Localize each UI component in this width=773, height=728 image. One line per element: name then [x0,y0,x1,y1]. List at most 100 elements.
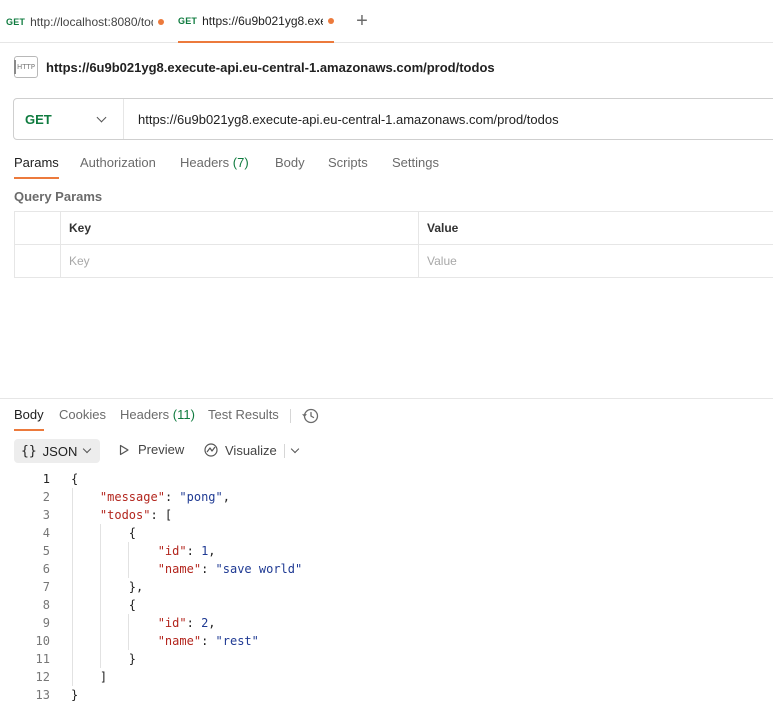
code-text: } [71,652,137,666]
code-line: 12 ] [0,668,773,686]
json-number: 2 [201,616,209,630]
tab-headers[interactable]: Headers (7) [180,155,249,170]
code-text: }, [71,580,144,594]
unsaved-dot-icon [328,17,334,24]
code-line: 5 "id": 1, [0,542,773,560]
response-tab-headers[interactable]: Headers (11) [120,407,195,422]
visualize-label: Visualize [225,442,277,458]
method-select[interactable]: GET [14,99,124,139]
line-number: 2 [42,490,50,504]
row-checkbox-cell [14,244,61,278]
history-icon[interactable] [302,407,320,425]
code-text: "name": "save world" [157,562,303,576]
tab-url: https://6u9b021yg8.execute-api.eu-centra… [202,13,323,28]
preview-label: Preview [138,442,185,457]
format-label: JSON [42,443,78,459]
code-line: 2 "message": "pong", [0,488,773,506]
code-text: { [71,598,137,612]
tab-params[interactable]: Params [14,155,59,179]
code-line: 6 "name": "save world" [0,560,773,578]
json-string: "pong" [179,490,223,504]
value-column-header: Value [418,211,773,245]
table-header-row: Key Value [14,211,773,245]
code-text: ] [71,670,108,684]
preview-button[interactable]: Preview [118,442,184,457]
code-line: 4 { [0,524,773,542]
unsaved-dot-icon [158,18,164,25]
response-tab-body[interactable]: Body [14,407,44,431]
line-number: 8 [42,598,50,612]
tab-method: GET [178,15,198,26]
key-input[interactable]: Key [60,244,419,278]
json-string: "rest" [215,634,259,648]
line-number: 9 [42,616,50,630]
json-key: "name" [157,634,202,648]
code-line: 9 "id": 2, [0,614,773,632]
code-line: 3 "todos": [ [0,506,773,524]
tab-bar: GET http://localhost:8080/todos GET http… [0,0,773,43]
code-text: "id": 1, [157,544,216,558]
line-number: 11 [35,652,50,666]
code-text: "message": "pong", [99,490,230,504]
value-input[interactable]: Value [418,244,773,278]
json-number: 1 [201,544,209,558]
code-line: 8 { [0,596,773,614]
tab-url: http://localhost:8080/todos [30,14,153,29]
response-headers-count: (11) [172,407,195,422]
format-select[interactable]: {} JSON [14,439,100,463]
code-line: 7 }, [0,578,773,596]
page-title[interactable]: https://6u9b021yg8.execute-api.eu-centra… [46,60,495,75]
response-tab-cookies[interactable]: Cookies [59,407,106,422]
code-text: } [71,688,79,702]
query-params-label: Query Params [14,189,103,204]
line-number: 7 [42,580,50,594]
tab-settings[interactable]: Settings [392,155,439,170]
http-icon: HTTP [14,56,38,78]
code-line: 1 { [0,470,773,488]
json-key: "id" [157,616,187,630]
code-text: { [71,472,79,486]
response-tab-test-results[interactable]: Test Results [208,407,279,422]
json-braces-icon: {} [21,443,37,459]
query-params-table: Key Value Key Value [14,211,773,278]
line-number: 13 [35,688,50,702]
tab-method: GET [6,16,26,27]
tab-headers-label: Headers [180,155,230,170]
code-text: "id": 2, [157,616,216,630]
visualize-button[interactable]: Visualize [203,442,277,458]
json-key: "todos" [99,508,151,522]
code-text: "todos": [ [99,508,173,522]
line-number: 4 [42,526,50,540]
line-number: 3 [42,508,50,522]
request-tab-localhost[interactable]: GET http://localhost:8080/todos [6,0,164,43]
url-input[interactable] [138,111,773,127]
chevron-down-icon [82,444,92,454]
tab-scripts[interactable]: Scripts [328,155,368,170]
new-tab-plus-icon[interactable]: + [354,11,370,31]
request-bar: GET [13,98,773,140]
code-text: "name": "rest" [157,634,259,648]
code-line: 11 } [0,650,773,668]
json-string: "save world" [215,562,303,576]
method-value: GET [25,111,52,127]
chevron-down-icon[interactable] [290,444,300,454]
json-key: "name" [157,562,202,576]
tab-body[interactable]: Body [275,155,305,170]
headers-count: (7) [232,155,249,170]
request-title-row: HTTP https://6u9b021yg8.execute-api.eu-c… [14,55,495,79]
json-key: "message" [99,490,165,504]
line-number: 5 [42,544,50,558]
request-tab-active[interactable]: GET https://6u9b021yg8.execute-api.eu-ce… [178,0,334,43]
response-headers-label: Headers [120,407,170,422]
line-number: 10 [35,634,50,648]
code-line: 10 "name": "rest" [0,632,773,650]
code-text: { [71,526,137,540]
line-number: 6 [42,562,50,576]
line-number: 12 [35,670,50,684]
visualize-separator [284,444,285,458]
tab-separator [290,409,291,423]
tab-authorization[interactable]: Authorization [80,155,156,170]
json-key: "id" [157,544,187,558]
response-divider[interactable] [0,398,773,399]
chevron-down-icon [96,112,107,123]
